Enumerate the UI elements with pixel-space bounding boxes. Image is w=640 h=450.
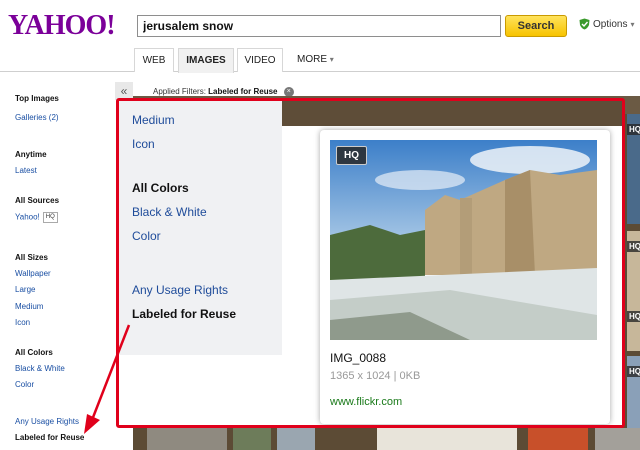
hq-badge: HQ — [627, 124, 640, 135]
vertical-tabs: WEB IMAGES VIDEO MORE ▾ — [0, 48, 640, 73]
sidebar-item-large[interactable]: Large — [15, 285, 35, 294]
yahoo-logo[interactable]: YAHOO! — [8, 10, 128, 42]
result-thumbnail[interactable] — [377, 428, 517, 450]
tab-more[interactable]: MORE ▾ — [297, 48, 334, 72]
hq-badge: HQ — [336, 146, 367, 165]
shield-icon — [579, 18, 590, 30]
zoom-item-medium[interactable]: Medium — [132, 113, 175, 127]
zoom-item-black-white[interactable]: Black & White — [132, 205, 207, 219]
zoom-item-icon[interactable]: Icon — [132, 137, 155, 151]
hq-badge: HQ — [42, 212, 58, 223]
chevron-down-icon: ▾ — [630, 19, 635, 29]
preview-photo[interactable]: HQ — [330, 140, 597, 340]
applied-filter-value: Labeled for Reuse — [208, 87, 278, 97]
image-preview-card[interactable]: HQ IMG_0088 1365 x 1024 | 0KB www.flickr… — [320, 130, 610, 424]
sidebar-item-any-usage[interactable]: Any Usage Rights — [15, 417, 79, 426]
preview-dimensions: 1365 x 1024 | 0KB — [330, 370, 421, 382]
sidebar-heading-all-sizes: All Sizes — [15, 253, 48, 262]
preview-source-link[interactable]: www.flickr.com — [330, 396, 402, 408]
tab-video[interactable]: VIDEO — [237, 48, 283, 72]
sidebar-heading-all-sources: All Sources — [15, 196, 60, 205]
sidebar-item-color[interactable]: Color — [15, 380, 34, 389]
sidebar-item-galleries[interactable]: Galleries (2) — [15, 113, 59, 122]
sidebar-item-black-white[interactable]: Black & White — [15, 364, 65, 373]
sidebar-item-yahoo-label: Yahoo! — [15, 212, 40, 222]
hq-badge: HQ — [627, 366, 640, 377]
filter-sidebar: Top Images Galleries (2) Anytime Latest … — [0, 73, 116, 450]
zoom-item-any-usage[interactable]: Any Usage Rights — [132, 283, 228, 297]
zoomed-filter-menu: Medium Icon All Colors Black & White Col… — [119, 101, 282, 355]
sidebar-item-wallpaper[interactable]: Wallpaper — [15, 269, 51, 278]
tab-images[interactable]: IMAGES — [178, 48, 234, 73]
result-thumbnail[interactable] — [233, 428, 271, 450]
zoom-item-labeled-reuse[interactable]: Labeled for Reuse — [132, 307, 236, 321]
result-thumbnail[interactable] — [277, 428, 315, 450]
sidebar-item-yahoo[interactable]: Yahoo! HQ — [15, 212, 58, 223]
zoom-highlight-frame: Medium Icon All Colors Black & White Col… — [116, 98, 625, 428]
search-input[interactable] — [137, 15, 501, 37]
preview-image — [330, 140, 597, 340]
hq-badge: HQ — [627, 311, 640, 322]
result-thumbnail[interactable] — [282, 101, 622, 126]
tab-web[interactable]: WEB — [134, 48, 174, 72]
sidebar-item-icon[interactable]: Icon — [15, 318, 30, 327]
hq-badge: HQ — [627, 241, 640, 252]
sidebar-item-labeled-reuse[interactable]: Labeled for Reuse — [15, 433, 84, 442]
sidebar-item-latest[interactable]: Latest — [15, 166, 37, 175]
sidebar-heading-all-colors: All Colors — [15, 348, 53, 357]
zoom-item-all-colors[interactable]: All Colors — [132, 181, 189, 195]
applied-filters-label: Applied Filters: — [153, 87, 206, 97]
result-thumbnail[interactable] — [147, 428, 227, 450]
preview-title[interactable]: IMG_0088 — [330, 351, 386, 365]
options-menu[interactable]: Options ▾ — [579, 18, 634, 30]
sidebar-item-medium[interactable]: Medium — [15, 302, 43, 311]
result-thumbnail[interactable] — [595, 428, 640, 450]
sidebar-heading-top-images: Top Images — [15, 94, 59, 103]
options-label: Options — [593, 18, 628, 30]
zoom-item-color[interactable]: Color — [132, 229, 161, 243]
chevron-down-icon: ▾ — [329, 55, 334, 64]
sidebar-heading-anytime: Anytime — [15, 150, 47, 159]
result-thumbnail[interactable] — [528, 428, 588, 450]
tab-more-label: MORE — [297, 54, 327, 65]
search-button[interactable]: Search — [505, 15, 567, 37]
